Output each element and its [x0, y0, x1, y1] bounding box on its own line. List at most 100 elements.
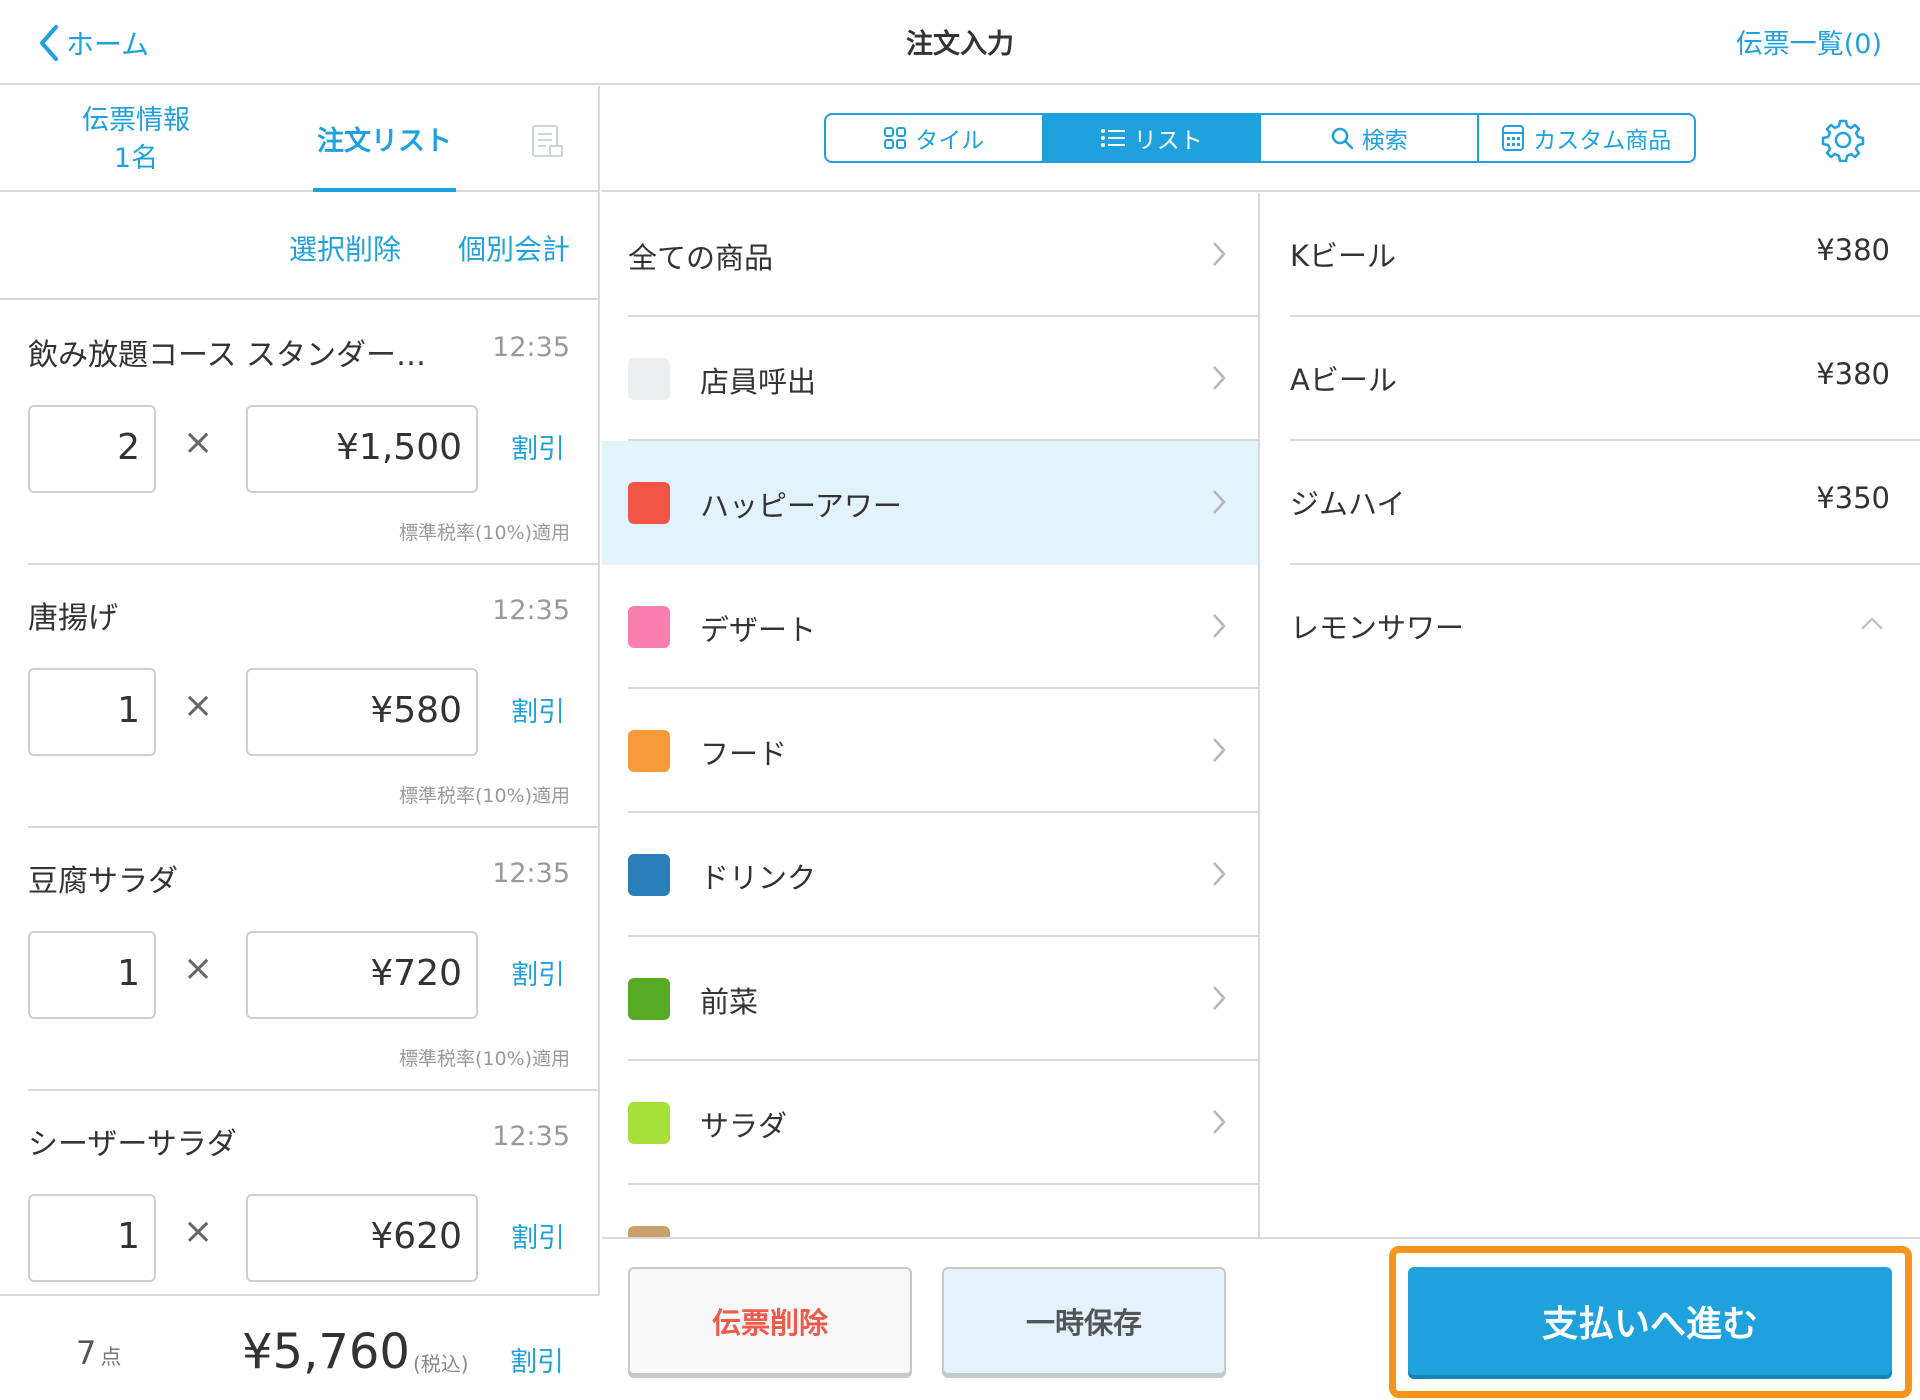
discount-button[interactable]: 割引	[511, 1216, 565, 1255]
bottom-action-bar: 伝票削除 一時保存 支払いへ進む	[602, 1237, 1920, 1400]
category-row-dessert[interactable]: デザート	[602, 565, 1258, 689]
category-label: フード	[700, 737, 788, 771]
category-color-swatch	[628, 358, 670, 400]
order-item[interactable]: 飲み放題コース スタンダー… 12:35 2 × ¥1,500 割引 標準税率(…	[28, 302, 600, 565]
product-name: Aビール	[1290, 363, 1397, 397]
quantity-field[interactable]: 2	[28, 405, 156, 493]
category-row-drink[interactable]: ドリンク	[602, 813, 1258, 937]
category-row-staff-call[interactable]: 店員呼出	[602, 317, 1258, 441]
order-item[interactable]: 唐揚げ 12:35 1 × ¥580 割引 標準税率(10%)適用	[28, 565, 600, 828]
tax-included-note: (税込)	[413, 1352, 469, 1376]
discount-button[interactable]: 割引	[511, 427, 565, 466]
price-field[interactable]: ¥1,500	[246, 405, 478, 493]
product-price: ¥380	[1816, 233, 1890, 267]
price-field[interactable]: ¥580	[246, 668, 478, 756]
total-discount-button[interactable]: 割引	[510, 1340, 564, 1379]
back-label: ホーム	[66, 28, 150, 61]
price-field[interactable]: ¥720	[246, 931, 478, 1019]
category-list: 全ての商品 店員呼出 ハッピーアワー デザート フード ドリンク 前菜 サラダ	[602, 193, 1260, 1237]
product-row[interactable]: Aビール ¥380	[1290, 317, 1920, 441]
quantity-field[interactable]: 1	[28, 668, 156, 756]
segment-custom-item[interactable]: カスタム商品	[1479, 115, 1695, 161]
product-row-expandable[interactable]: レモンサワー	[1290, 565, 1920, 689]
left-tab-bar: 伝票情報 1名 注文リスト	[0, 86, 600, 192]
segment-tile[interactable]: タイル	[826, 115, 1044, 161]
back-button[interactable]: ホーム	[38, 18, 149, 68]
tax-note: 標準税率(10%)適用	[398, 785, 570, 807]
top-nav-bar: ホーム 注文入力 伝票一覧(0)	[0, 0, 1920, 85]
tab-order-list[interactable]: 注文リスト	[313, 86, 456, 192]
tab-receipt[interactable]	[530, 124, 564, 165]
product-name: レモンサワー	[1290, 611, 1465, 645]
chevron-right-icon	[1213, 738, 1226, 762]
multiply-sign: ×	[183, 685, 214, 726]
bulk-delete-button[interactable]: 選択削除	[289, 228, 401, 268]
order-total-bar: 7点 ¥5,760 (税込) 割引	[0, 1294, 600, 1400]
chevron-up-icon[interactable]	[1860, 617, 1884, 631]
multiply-sign: ×	[183, 948, 214, 989]
product-name: ジムハイ	[1290, 487, 1406, 521]
order-item-name: 飲み放題コース スタンダー…	[28, 338, 427, 373]
segment-custom-item-label: カスタム商品	[1533, 128, 1672, 154]
slip-list-link[interactable]: 伝票一覧(0)	[1736, 22, 1882, 61]
category-label: デザート	[700, 613, 817, 647]
product-row[interactable]: ジムハイ ¥350	[1290, 441, 1920, 565]
delete-slip-button[interactable]: 伝票削除	[628, 1267, 912, 1375]
category-color-swatch	[628, 1102, 670, 1144]
chevron-left-icon	[40, 25, 58, 61]
multiply-sign: ×	[183, 1211, 214, 1252]
gear-icon	[1821, 119, 1865, 163]
product-name: Kビール	[1290, 239, 1397, 273]
list-icon	[1100, 129, 1125, 147]
order-item-time: 12:35	[492, 858, 570, 889]
category-color-swatch	[628, 730, 670, 772]
discount-button[interactable]: 割引	[511, 690, 565, 729]
order-item-time: 12:35	[492, 1121, 570, 1152]
quantity-field[interactable]: 1	[28, 1194, 156, 1282]
category-row-all[interactable]: 全ての商品	[602, 193, 1258, 317]
segment-list[interactable]: リスト	[1043, 115, 1261, 161]
total-amount: ¥5,760	[242, 1324, 410, 1380]
order-actions-bar: 選択削除 個別会計	[0, 192, 600, 300]
discount-button[interactable]: 割引	[511, 953, 565, 992]
product-price: ¥350	[1816, 481, 1890, 515]
category-label: 店員呼出	[700, 365, 817, 399]
chevron-right-icon	[1213, 366, 1226, 390]
quantity-field[interactable]: 1	[28, 931, 156, 1019]
guest-count: 1名	[113, 143, 159, 174]
order-item[interactable]: 豆腐サラダ 12:35 1 × ¥720 割引 標準税率(10%)適用	[28, 828, 600, 1091]
settings-button[interactable]	[1821, 118, 1865, 166]
category-label: 全ての商品	[628, 241, 774, 275]
category-color-swatch	[628, 854, 670, 896]
chevron-right-icon	[1213, 614, 1226, 638]
category-color-swatch	[628, 1226, 670, 1237]
split-pay-button[interactable]: 個別会計	[458, 228, 570, 268]
category-row-salad[interactable]: サラダ	[602, 1061, 1258, 1185]
category-color-swatch	[628, 482, 670, 524]
category-row-happy-hour[interactable]: ハッピーアワー	[602, 441, 1258, 565]
item-count: 7点	[76, 1334, 121, 1372]
multiply-sign: ×	[183, 422, 214, 463]
proceed-to-payment-button[interactable]: 支払いへ進む	[1408, 1267, 1892, 1375]
tax-note: 標準税率(10%)適用	[398, 522, 570, 544]
category-row-food[interactable]: フード	[602, 689, 1258, 813]
product-row[interactable]: Kビール ¥380	[1290, 193, 1920, 317]
price-field[interactable]: ¥620	[246, 1194, 478, 1282]
segment-search[interactable]: 検索	[1261, 115, 1479, 161]
chevron-right-icon	[1213, 862, 1226, 886]
chevron-right-icon	[1213, 986, 1226, 1010]
category-color-swatch	[628, 606, 670, 648]
category-row-partial[interactable]	[602, 1185, 1258, 1237]
category-label: 前菜	[700, 985, 759, 1019]
view-mode-segmented-control: タイル リスト 検索 カスタム商品	[824, 113, 1696, 163]
temp-save-button[interactable]: 一時保存	[942, 1267, 1226, 1375]
receipt-icon	[532, 125, 563, 157]
category-label: サラダ	[700, 1109, 788, 1143]
category-row-appetizer[interactable]: 前菜	[602, 937, 1258, 1061]
segment-list-label: リスト	[1133, 128, 1203, 154]
product-price: ¥380	[1816, 357, 1890, 391]
tab-slip-info[interactable]: 伝票情報 1名	[56, 102, 216, 178]
item-count-value: 7	[76, 1334, 97, 1372]
order-item-name: 豆腐サラダ	[28, 864, 178, 899]
page-title: 注文入力	[906, 29, 1014, 60]
